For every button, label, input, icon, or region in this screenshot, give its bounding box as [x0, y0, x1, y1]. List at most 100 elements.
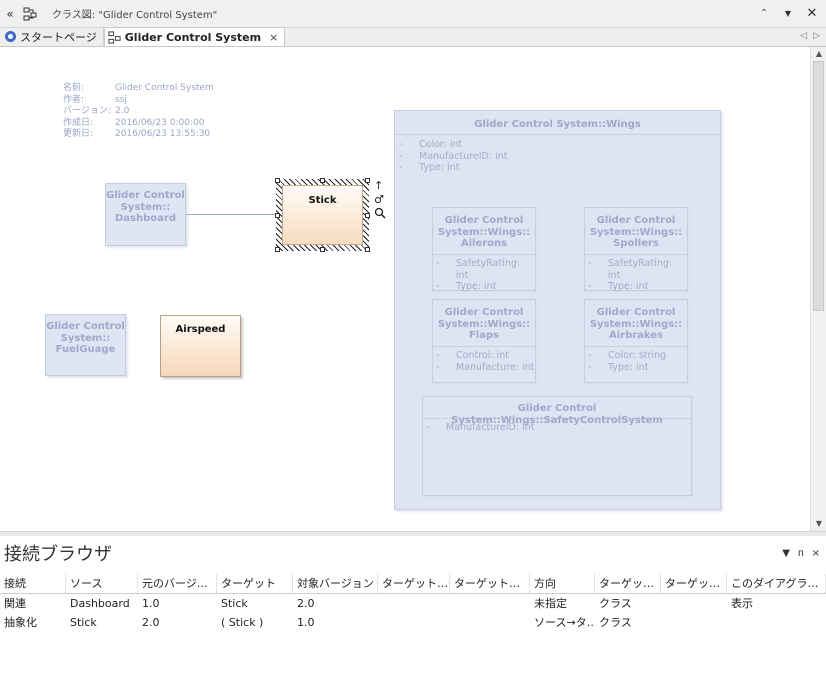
- scrollbar-thumb[interactable]: [813, 61, 824, 311]
- meta-value: Glider Control System: [115, 83, 214, 93]
- class-fuelgauge-name: Glider Control System:: FuelGuage: [46, 321, 125, 355]
- column-header[interactable]: 方向: [530, 574, 595, 593]
- table-header: 接続 ソース 元のバージ… ターゲット 対象バージョン ターゲット… ターゲット…: [0, 574, 826, 594]
- pin-icon[interactable]: ᴨ: [798, 548, 804, 559]
- diagram-window: « クラス図: "Glider Control System" ⌃ ▼ ✕ スタ…: [0, 0, 826, 681]
- table-cell: 表示: [731, 597, 753, 610]
- attribute: Type: int: [419, 162, 460, 173]
- meta-key: 作者:: [63, 94, 85, 105]
- pane-close-icon[interactable]: ×: [812, 548, 820, 559]
- table-cell: [378, 613, 450, 632]
- resize-handle[interactable]: [320, 178, 325, 183]
- class-ailerons-name: Glider Control System::Wings:: Ailerons: [433, 208, 535, 255]
- meta-key: 更新日:: [63, 129, 94, 139]
- zoom-icon[interactable]: [374, 207, 386, 222]
- resize-handle[interactable]: [365, 247, 370, 252]
- tab-start-page-label: スタートページ: [20, 30, 97, 44]
- attribute: ManufactureID: int: [446, 422, 535, 433]
- person-icon[interactable]: ♂: [374, 193, 386, 206]
- stick-selection-frame[interactable]: Stick: [275, 178, 370, 252]
- meta-value: 2.0: [115, 106, 130, 116]
- class-fuelgauge[interactable]: Glider Control System:: FuelGuage: [45, 314, 126, 376]
- title-bar: « クラス図: "Glider Control System" ⌃ ▼ ✕: [0, 0, 826, 28]
- meta-key: 名前:: [63, 83, 85, 93]
- class-airbrakes[interactable]: Glider Control System::Wings:: Airbrakes…: [584, 299, 688, 383]
- resize-handle[interactable]: [365, 213, 370, 218]
- tab-close-icon[interactable]: ×: [269, 31, 278, 44]
- tab-glider-control-system[interactable]: Glider Control System ×: [103, 27, 286, 46]
- column-header[interactable]: 元のバージ…: [138, 574, 217, 593]
- chevron-up-icon[interactable]: ⌃: [754, 4, 774, 24]
- resize-handle[interactable]: [365, 178, 370, 183]
- table-cell: 1.0: [142, 597, 160, 610]
- attribute: Manufacture: int: [456, 361, 535, 373]
- table-row[interactable]: 抽象化 Stick 2.0 ( Stick ) 1.0 ソース→タ… クラス: [0, 613, 826, 632]
- resize-handle[interactable]: [275, 178, 280, 183]
- dropdown-icon[interactable]: ▼: [778, 4, 798, 24]
- close-icon[interactable]: ✕: [802, 4, 822, 24]
- class-spoilers[interactable]: Glider Control System::Wings:: Spollers …: [584, 207, 688, 292]
- class-wings[interactable]: Glider Control System::Wings - Color: int…: [394, 110, 721, 510]
- class-airspeed-name: Airspeed: [175, 324, 226, 335]
- column-header[interactable]: ターゲッ…: [661, 574, 727, 593]
- table-cell: Dashboard: [70, 597, 130, 610]
- scroll-up-icon[interactable]: ▲: [811, 47, 826, 61]
- attribute: Color: string: [608, 350, 667, 361]
- attribute: SafetyRating: int: [607, 258, 673, 281]
- quicklink-arrow-icon[interactable]: ↑: [374, 179, 386, 192]
- class-airspeed[interactable]: Airspeed: [160, 315, 241, 377]
- class-stick[interactable]: Stick: [282, 185, 363, 245]
- tab-start-page[interactable]: スタートページ: [0, 27, 104, 46]
- table-cell: Stick: [70, 616, 97, 629]
- tab-scroll-left-icon[interactable]: ◁: [800, 31, 807, 41]
- resize-handle[interactable]: [275, 247, 280, 252]
- class-safety-control-system[interactable]: Glider Control System::Wings::SafetyCont…: [422, 396, 692, 496]
- class-ailerons[interactable]: Glider Control System::Wings:: Ailerons …: [432, 207, 536, 292]
- column-header[interactable]: ターゲッ…: [595, 574, 661, 593]
- column-header[interactable]: このダイアグラ…: [727, 574, 826, 593]
- column-header[interactable]: 対象バージョン: [293, 574, 378, 593]
- meta-value: 2016/06/23 13:55:30: [115, 129, 211, 139]
- class-flaps[interactable]: Glider Control System::Wings:: Flaps - Co…: [432, 299, 536, 383]
- double-chevron-left-icon[interactable]: «: [0, 4, 20, 24]
- meta-key: バージョン:: [63, 106, 111, 116]
- table-cell: クラス: [599, 597, 632, 610]
- attribute: Type: int: [456, 281, 497, 292]
- attribute: ManufactureID: int: [419, 150, 508, 162]
- pane-menu-icon[interactable]: ▼: [782, 548, 790, 559]
- class-dashboard[interactable]: Glider Control System:: Dashboard: [105, 183, 186, 246]
- resize-handle[interactable]: [275, 213, 280, 218]
- table-row[interactable]: 関連 Dashboard 1.0 Stick 2.0 未指定 クラス 表示: [0, 594, 826, 613]
- resize-handle[interactable]: [320, 247, 325, 252]
- pane-title: 接続ブラウザ: [4, 544, 112, 565]
- table-cell: 2.0: [142, 616, 160, 629]
- diagram-canvas[interactable]: 名前: Glider Control System 作者: ssj バージョン: 2.…: [0, 47, 810, 531]
- scroll-down-icon[interactable]: ▼: [811, 517, 826, 531]
- column-header[interactable]: ターゲット…: [450, 574, 530, 593]
- class-dashboard-name: Glider Control System:: Dashboard: [106, 190, 185, 224]
- class-airbrakes-name: Glider Control System::Wings:: Airbrakes: [585, 300, 687, 347]
- table-cell: 抽象化: [4, 616, 37, 629]
- table-cell: [661, 594, 727, 613]
- class-flaps-name: Glider Control System::Wings:: Flaps: [433, 300, 535, 347]
- vertical-scrollbar[interactable]: ▲ ▼: [810, 47, 826, 531]
- class-wings-attributes: - Color: int - ManufactureID: int - Type: i…: [399, 139, 508, 173]
- association-connector[interactable]: [186, 214, 278, 215]
- table-cell: [661, 613, 727, 632]
- start-page-icon: [3, 30, 17, 44]
- column-header[interactable]: ターゲット…: [378, 574, 450, 593]
- column-header[interactable]: 接続: [0, 574, 66, 593]
- tab-glider-label: Glider Control System: [124, 30, 262, 44]
- class-diagram-icon: [20, 4, 40, 24]
- column-header[interactable]: ソース: [66, 574, 138, 593]
- attribute: Type: int: [608, 281, 649, 292]
- tab-scroll-right-icon[interactable]: ▷: [813, 31, 820, 41]
- table-cell: [450, 613, 530, 632]
- table-cell: [727, 613, 826, 632]
- attribute: Type: int: [608, 361, 649, 373]
- tab-bar: スタートページ Glider Control System × ◁ ▷: [0, 27, 826, 47]
- class-spoilers-name: Glider Control System::Wings:: Spollers: [585, 208, 687, 255]
- table-cell: ソース→タ…: [534, 616, 595, 629]
- table-cell: Stick: [221, 597, 248, 610]
- column-header[interactable]: ターゲット: [217, 574, 293, 593]
